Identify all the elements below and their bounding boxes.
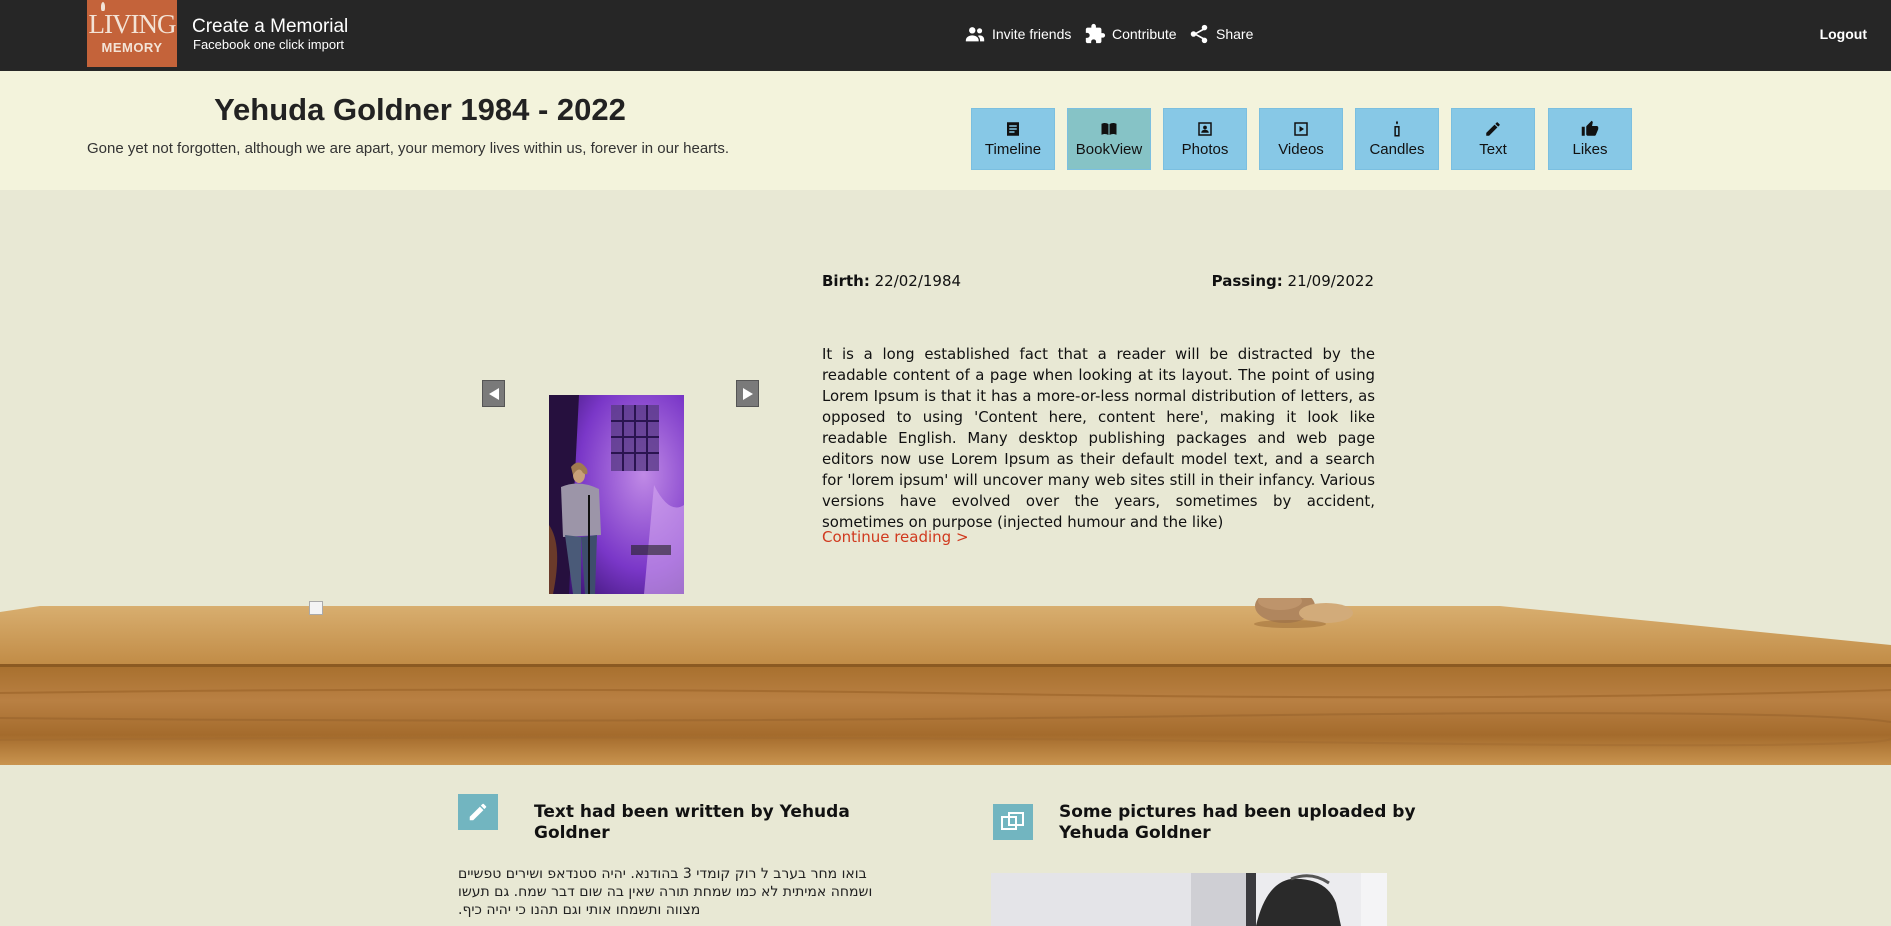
activity-feed: Text had been written by Yehuda Goldner … [0,765,1891,926]
passing-label: Passing: [1211,272,1283,290]
tab-candles-label: Candles [1369,141,1425,158]
memorial-photo[interactable] [549,395,684,594]
candle-icon [1394,120,1400,137]
create-memorial-link[interactable]: Create a Memorial [192,16,348,38]
living-memory-logo[interactable]: LIVING MEMORY [87,0,177,67]
continue-reading-link[interactable]: Continue reading > [822,528,969,546]
thumbs-up-icon [1581,120,1599,136]
broken-image-icon [309,601,323,615]
text-activity-body: בואו מחר בערב ל רוק קומדי 3 בהודנא. יהיה… [458,866,873,918]
pictures-icon [1001,812,1024,830]
share-link[interactable]: Share [1188,22,1253,46]
wooden-table [0,598,1891,765]
tab-videos-label: Videos [1278,141,1324,158]
invite-friends-label: Invite friends [992,26,1072,42]
puzzle-icon [1085,23,1106,44]
page-title: Yehuda Goldner 1984 - 2022 [214,92,626,127]
text-activity-title[interactable]: Text had been written by Yehuda Goldner [534,802,914,844]
tab-likes[interactable]: Likes [1548,108,1632,170]
biography-text: It is a long established fact that a rea… [822,345,1375,531]
birth-value: 22/02/1984 [874,272,962,290]
tab-bookview-label: BookView [1075,141,1143,158]
passing-value: 21/09/2022 [1287,272,1374,290]
tab-likes-label: Likes [1572,141,1608,158]
tab-photos-label: Photos [1181,141,1229,158]
birth-label: Birth: [822,272,870,290]
facebook-import-link[interactable]: Facebook one click import [193,37,344,52]
top-bar: LIVING MEMORY Create a Memorial Facebook… [0,0,1891,71]
tab-timeline-label: Timeline [984,141,1042,158]
text-activity-icon [458,794,498,830]
share-icon [1190,24,1208,44]
memorial-subtitle: Gone yet not forgotten, although we are … [87,140,729,157]
tab-photos[interactable]: Photos [1163,108,1247,170]
book-view: Birth: 22/02/1984 Passing: 21/09/2022 It… [0,190,1891,765]
pictures-activity-icon [993,804,1033,840]
people-icon [965,27,985,42]
arrow-right-icon [742,387,753,400]
memorial-header: Yehuda Goldner 1984 - 2022 Gone yet not … [0,71,1891,190]
invite-friends-link[interactable]: Invite friends [964,22,1071,46]
logo-line2: MEMORY [101,40,163,55]
videos-icon [1294,122,1308,136]
tab-timeline[interactable]: Timeline [971,108,1055,170]
previous-photo-button[interactable] [482,380,505,407]
photos-icon [1198,122,1212,136]
next-photo-button[interactable] [736,380,759,407]
logout-button[interactable]: Logout [1820,26,1867,42]
contribute-label: Contribute [1112,26,1177,42]
tab-candles[interactable]: Candles [1355,108,1439,170]
book-icon [1101,122,1117,135]
tab-text-label: Text [1479,141,1507,158]
contribute-link[interactable]: Contribute [1084,22,1177,46]
uploaded-photo-thumbnail[interactable] [991,873,1387,926]
timeline-icon [1007,122,1019,136]
tab-videos[interactable]: Videos [1259,108,1343,170]
pictures-activity-title[interactable]: Some pictures had been uploaded by Yehud… [1059,802,1439,844]
tab-text[interactable]: Text [1451,108,1535,170]
arrow-left-icon [488,387,499,400]
share-label: Share [1216,26,1254,42]
tab-bookview[interactable]: BookView [1067,108,1151,170]
pencil-icon [1486,122,1500,136]
logo-line1: LIVING [88,9,177,39]
pencil-icon [469,803,487,821]
birth-date: Birth: 22/02/1984 [822,272,961,290]
passing-date: Passing: 21/09/2022 [1212,272,1374,290]
